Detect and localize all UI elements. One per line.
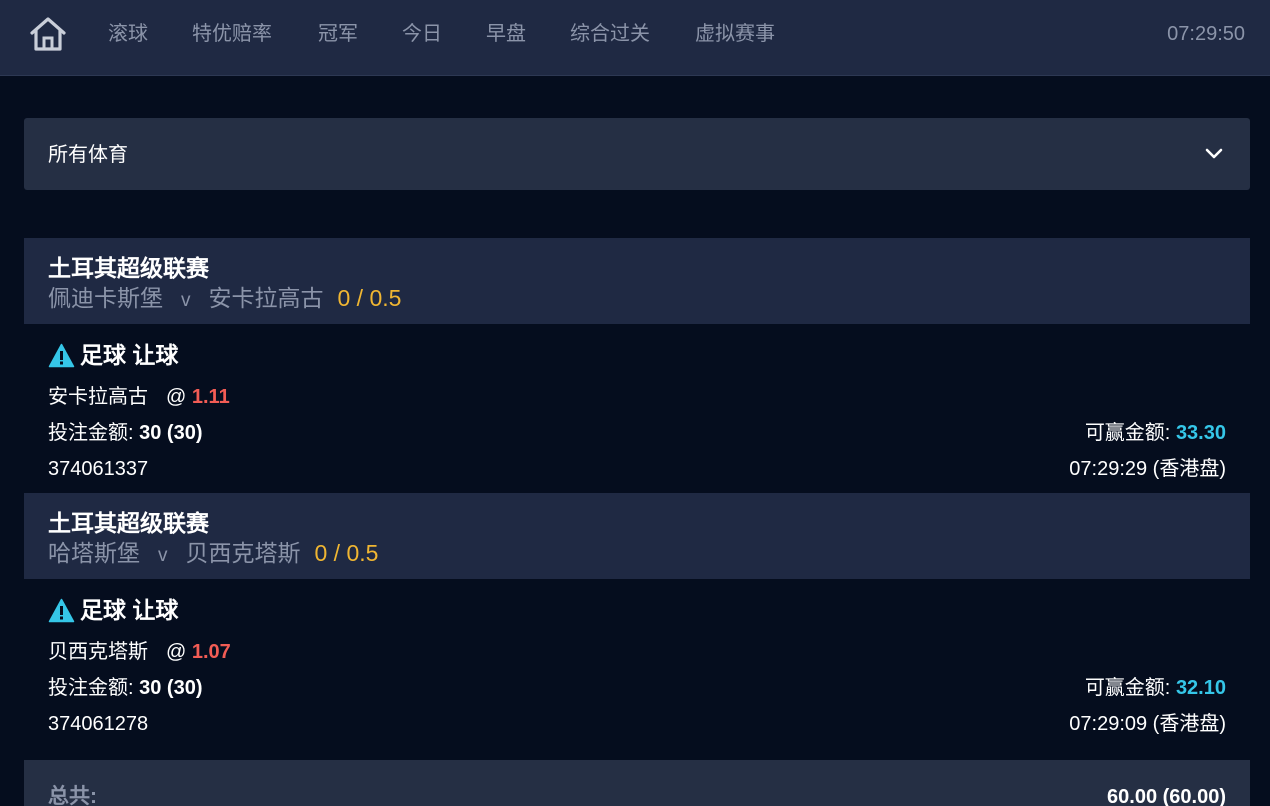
- chevron-down-icon: [1205, 148, 1223, 159]
- nav-tab-live[interactable]: 滚球: [108, 21, 148, 47]
- versus-label: v: [158, 545, 168, 566]
- nav-tab-special-odds[interactable]: 特优赔率: [192, 21, 272, 47]
- bet-type-label: 足球 让球: [80, 597, 179, 623]
- sport-filter-label: 所有体育: [48, 144, 128, 166]
- nav-tab-early[interactable]: 早盘: [486, 21, 526, 47]
- total-summary: 总共: 60.00 (60.00): [24, 760, 1250, 806]
- selection-team: 贝西克塔斯: [48, 641, 148, 663]
- stake-label: 投注金额:: [48, 677, 134, 699]
- home-team: 哈塔斯堡: [48, 540, 140, 566]
- bet-time: 07:29:29 (香港盘): [1069, 458, 1226, 480]
- stake: 投注金额: 30 (30): [48, 421, 203, 445]
- match-header: 土耳其超级联赛 哈塔斯堡 v 贝西克塔斯 0 / 0.5: [24, 493, 1250, 579]
- odds-value: 1.07: [191, 641, 231, 663]
- bet-selection: 贝西克塔斯 @ 1.07: [48, 640, 231, 664]
- top-nav-bar: 滚球 特优赔率 冠军 今日 早盘 综合过关 虚拟赛事 07:29:50: [0, 0, 1270, 76]
- versus-label: v: [181, 290, 191, 311]
- home-team: 佩迪卡斯堡: [48, 285, 163, 311]
- away-team: 贝西克塔斯: [185, 540, 301, 566]
- bet-detail: 足球 让球 贝西克塔斯 @ 1.07 投注金额: 30 (30) 可赢金额: 32…: [24, 579, 1250, 748]
- nav-tab-outright[interactable]: 冠军: [318, 21, 358, 47]
- ticket-id: 374061337: [48, 458, 149, 480]
- warning-icon: [48, 598, 75, 622]
- stake-label: 投注金额:: [48, 422, 134, 444]
- ticket-id: 374061278: [48, 713, 149, 735]
- handicap-line: 0 / 0.5: [337, 285, 402, 311]
- nav-tab-virtual[interactable]: 虚拟赛事: [695, 21, 775, 47]
- bet-type: 足球 让球: [48, 341, 178, 369]
- handicap-line: 0 / 0.5: [314, 540, 379, 566]
- match-teams: 佩迪卡斯堡 v 安卡拉高古 0 / 0.5: [48, 284, 401, 315]
- away-team: 安卡拉高古: [208, 285, 324, 311]
- league-name: 土耳其超级联赛: [48, 255, 209, 281]
- bet-detail: 足球 让球 安卡拉高古 @ 1.11 投注金额: 30 (30) 可赢金额: 33…: [24, 324, 1250, 493]
- clock: 07:29:50: [1167, 23, 1245, 45]
- bet-time: 07:29:09 (香港盘): [1069, 713, 1226, 735]
- warning-icon: [48, 343, 75, 367]
- league-name: 土耳其超级联赛: [48, 510, 209, 536]
- stake-value: 30 (30): [139, 677, 203, 699]
- at-symbol: @: [166, 641, 187, 663]
- stake: 投注金额: 30 (30): [48, 676, 203, 700]
- match-teams: 哈塔斯堡 v 贝西克塔斯 0 / 0.5: [48, 539, 378, 570]
- nav-tab-today[interactable]: 今日: [402, 21, 442, 47]
- sport-filter-dropdown[interactable]: 所有体育: [24, 118, 1250, 190]
- win-label: 可赢金额:: [1084, 422, 1171, 444]
- win-value: 33.30: [1175, 422, 1226, 444]
- stake-value: 30 (30): [139, 422, 203, 444]
- win-label: 可赢金额:: [1084, 677, 1171, 699]
- potential-win: 可赢金额: 32.10: [1085, 676, 1226, 700]
- home-icon[interactable]: [29, 16, 67, 52]
- total-label: 总共:: [48, 785, 97, 806]
- bet-selection: 安卡拉高古 @ 1.11: [48, 385, 230, 409]
- nav-tab-parlay[interactable]: 综合过关: [570, 21, 650, 47]
- selection-team: 安卡拉高古: [48, 386, 148, 408]
- potential-win: 可赢金额: 33.30: [1085, 421, 1226, 445]
- bet-type-label: 足球 让球: [80, 342, 179, 368]
- bet-type: 足球 让球: [48, 596, 178, 624]
- match-header: 土耳其超级联赛 佩迪卡斯堡 v 安卡拉高古 0 / 0.5: [24, 238, 1250, 324]
- odds-value: 1.11: [191, 386, 230, 408]
- at-symbol: @: [166, 386, 187, 408]
- win-value: 32.10: [1175, 677, 1226, 699]
- total-value: 60.00 (60.00): [1107, 786, 1226, 806]
